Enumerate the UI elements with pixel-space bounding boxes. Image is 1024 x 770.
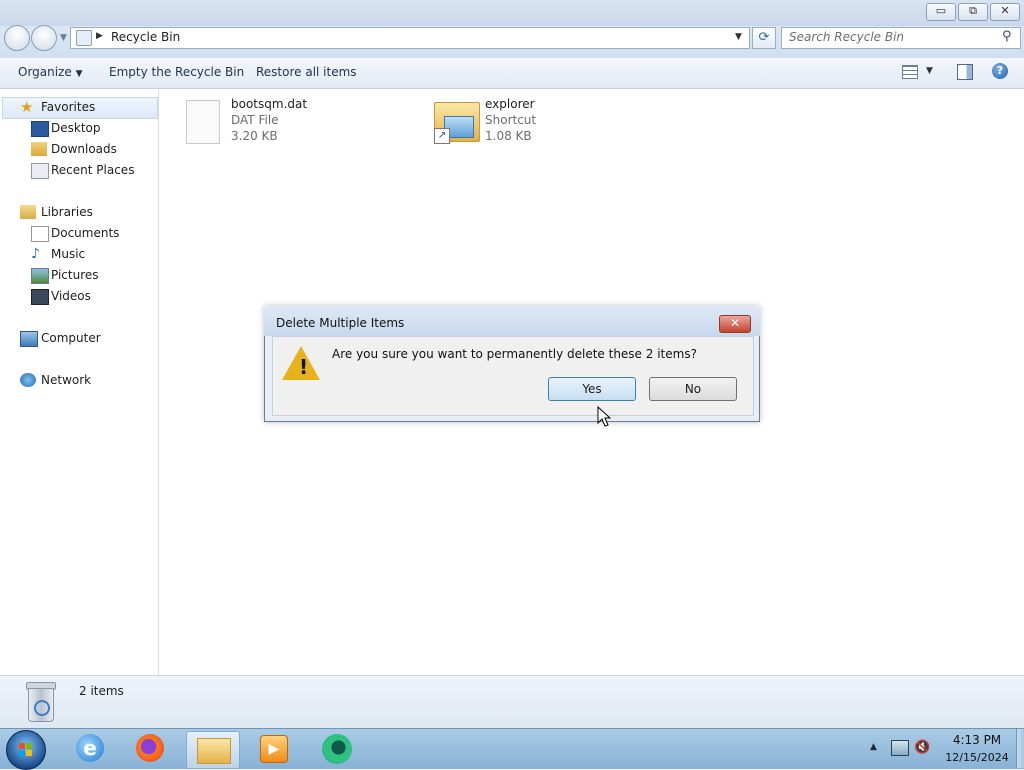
network-tray-icon[interactable] [891,740,909,756]
search-icon[interactable]: ⚲ [1002,29,1012,44]
file-type: Shortcut [485,113,537,127]
libraries-icon [20,205,36,219]
folder-icon [197,738,231,764]
nav-computer[interactable]: Computer [0,328,158,348]
file-type: DAT File [231,113,279,127]
volume-muted-icon[interactable]: 🔇 [914,740,930,755]
help-icon[interactable]: ? [992,63,1008,79]
warning-icon: ! [282,346,320,380]
pictures-icon [31,268,49,284]
clock-date[interactable]: 12/15/2024 [938,751,1016,764]
music-icon: ♪ [31,246,40,262]
folder-shortcut-icon: ↗ [434,98,480,144]
dialog-close-button[interactable]: ✕ [719,315,751,333]
restore-all-button[interactable]: Restore all items [256,65,357,79]
documents-icon [31,226,49,242]
generic-file-icon [186,100,220,144]
breadcrumb-arrow-icon[interactable]: ▶ [96,31,103,41]
no-button[interactable]: No [649,377,737,401]
search-placeholder: Search Recycle Bin [789,30,905,44]
windows-explorer-taskbar-button[interactable] [186,731,240,769]
chevron-down-icon: ▼ [75,69,83,79]
show-desktop-button[interactable] [1016,729,1024,768]
breadcrumb-recycle-bin[interactable]: Recycle Bin [111,30,180,44]
star-icon: ★ [20,98,34,116]
recycle-bin-small-icon [76,30,92,46]
recent-places-icon [31,163,49,179]
nav-libraries[interactable]: Libraries [0,202,158,222]
empty-recycle-bin-button[interactable]: Empty the Recycle Bin [109,65,244,79]
internet-explorer-icon[interactable]: e [68,731,112,767]
nav-network[interactable]: Network [0,370,158,390]
view-dropdown-icon[interactable]: ▼ [926,66,933,76]
computer-icon [20,331,38,347]
nav-recent-places[interactable]: Recent Places [0,160,158,180]
nav-favorites[interactable]: ★ Favorites [0,97,158,117]
network-icon [20,373,36,387]
nav-videos[interactable]: Videos [0,286,158,306]
file-name: explorer [485,97,535,111]
file-size: 1.08 KB [485,129,532,143]
nav-documents[interactable]: Documents [0,223,158,243]
refresh-icon[interactable]: ⟳ [752,27,776,49]
dialog-message: Are you sure you want to permanently del… [332,347,697,361]
nav-pictures[interactable]: Pictures [0,265,158,285]
edge-icon[interactable] [316,731,360,767]
organize-button[interactable]: Organize ▼ [18,65,83,79]
maximize-button[interactable]: ⧉ [958,3,988,21]
shortcut-arrow-icon: ↗ [434,128,450,144]
file-size: 3.20 KB [231,129,278,143]
downloads-folder-icon [31,142,47,156]
close-window-button[interactable]: ✕ [990,3,1020,21]
preview-pane-icon[interactable] [957,64,973,80]
recycle-bin-icon [24,682,56,722]
back-button[interactable] [4,25,30,51]
minimize-button[interactable]: ▭ [926,3,956,21]
firefox-icon[interactable] [128,731,172,767]
desktop-icon [31,121,49,137]
details-pane [0,675,1024,729]
file-name: bootsqm.dat [231,97,308,111]
view-options-icon[interactable] [902,65,918,79]
media-player-icon[interactable]: ▶ [252,731,296,767]
show-hidden-icons-icon[interactable]: ▲ [870,742,877,752]
nav-music[interactable]: ♪ Music [0,244,158,264]
forward-button[interactable] [31,25,57,51]
mouse-cursor-icon [597,406,611,427]
clock-time[interactable]: 4:13 PM [944,733,1010,747]
item-count: 2 items [79,684,124,698]
videos-icon [31,289,49,305]
yes-button[interactable]: Yes [548,377,636,401]
address-dropdown-icon[interactable]: ▼ [735,32,742,42]
nav-downloads[interactable]: Downloads [0,139,158,159]
start-button[interactable] [6,730,46,770]
window-titlebar [0,0,1024,26]
nav-desktop[interactable]: Desktop [0,118,158,138]
history-dropdown-icon[interactable]: ▼ [60,33,67,43]
dialog-title: Delete Multiple Items [276,316,405,330]
